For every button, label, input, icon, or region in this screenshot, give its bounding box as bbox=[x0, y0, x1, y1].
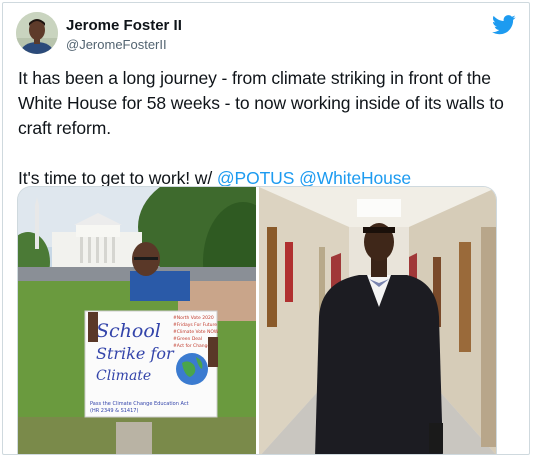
sign-list-item: #Act for Change bbox=[173, 343, 211, 349]
tweet-header: Jerome Foster II @JeromeFosterII bbox=[16, 12, 516, 58]
tweet-text-prefix: It's time to get to work! w/ bbox=[18, 168, 217, 188]
sign-list-item: #Green Deal bbox=[173, 336, 202, 342]
avatar[interactable] bbox=[16, 12, 58, 54]
sign-list-item: #Climate Vote NOW bbox=[173, 329, 219, 335]
sign-list-item: #Fridays For Future bbox=[173, 322, 217, 328]
author-display-name[interactable]: Jerome Foster II bbox=[66, 17, 182, 35]
photo-white-house-hallway[interactable] bbox=[259, 187, 496, 454]
tweet-card[interactable]: Jerome Foster II @JeromeFosterII It has … bbox=[2, 2, 530, 455]
photo-white-house-strike[interactable]: School Strike for Climate #North Vote 20… bbox=[18, 187, 256, 454]
sign-text-school: School bbox=[96, 320, 161, 342]
author-names: Jerome Foster II @JeromeFosterII bbox=[66, 17, 182, 54]
sign-text-climate: Climate bbox=[96, 368, 151, 384]
tweet-media-grid: School Strike for Climate #North Vote 20… bbox=[17, 186, 497, 454]
tweet-text: It has been a long journey - from climat… bbox=[18, 66, 518, 191]
sign-list-item: #North Vote 2020 bbox=[173, 315, 214, 321]
sign-footer: Pass the Climate Change Education Act bbox=[90, 401, 189, 407]
tweet-text-paragraph-1: It has been a long journey - from climat… bbox=[18, 68, 504, 138]
sign-text-strike-for: Strike for bbox=[96, 344, 175, 363]
author-handle[interactable]: @JeromeFosterII bbox=[66, 36, 182, 54]
twitter-bird-icon[interactable] bbox=[492, 14, 516, 36]
mention-potus-link[interactable]: @POTUS bbox=[217, 168, 295, 188]
sign-footer-2: (HR 2349 & S1417) bbox=[90, 408, 138, 414]
mention-whitehouse-link[interactable]: @WhiteHouse bbox=[299, 168, 411, 188]
